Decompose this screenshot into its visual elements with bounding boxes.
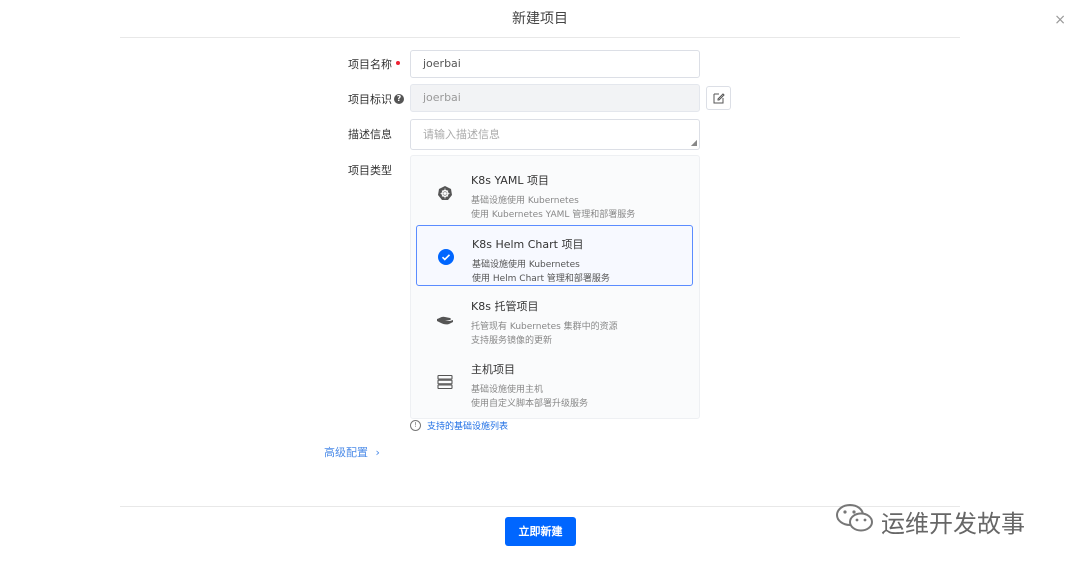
project-id-label: 项目标识 <box>348 93 392 106</box>
type-option-desc: 基础设施使用主机 <box>471 385 544 395</box>
required-indicator <box>396 61 400 65</box>
project-name-input[interactable]: joerbai <box>410 50 700 78</box>
type-option-desc: 支持服务镜像的更新 <box>471 336 553 346</box>
type-option-desc: 托管现有 Kubernetes 集群中的资源 <box>471 322 618 332</box>
watermark: 运维开发故事 <box>835 503 1025 539</box>
dialog-title: 新建项目 <box>512 11 568 27</box>
close-icon[interactable]: × <box>1054 12 1066 28</box>
footer-divider <box>120 506 960 507</box>
project-name-label: 项目名称 <box>348 58 392 71</box>
type-option-desc: 使用 Helm Chart 管理和部署服务 <box>472 274 610 284</box>
info-icon: ! <box>410 420 421 431</box>
wechat-icon <box>835 503 875 539</box>
type-option-desc: 使用自定义脚本部署升级服务 <box>471 399 589 409</box>
description-placeholder: 请输入描述信息 <box>423 128 500 141</box>
supported-infra-link[interactable]: ! 支持的基础设施列表 <box>410 419 508 432</box>
hand-icon <box>436 310 454 328</box>
project-id-input: joerbai <box>410 84 700 112</box>
edit-icon <box>713 89 725 108</box>
advanced-config-label: 高级配置 <box>324 446 368 459</box>
new-project-dialog: 新建项目 × 项目名称 joerbai 项目标识 ? joerbai 描述信息 … <box>0 0 1080 567</box>
kubernetes-icon <box>436 184 454 202</box>
type-option-title: K8s YAML 项目 <box>471 174 549 187</box>
type-option-title: K8s Helm Chart 项目 <box>472 238 584 251</box>
project-type-label: 项目类型 <box>348 164 392 177</box>
type-option-k8s-helm[interactable]: K8s Helm Chart 项目 基础设施使用 Kubernetes 使用 H… <box>416 225 693 286</box>
type-option-title: 主机项目 <box>471 363 515 376</box>
description-textarea[interactable]: 请输入描述信息 ◢ <box>410 119 700 150</box>
chevron-right-icon: › <box>375 446 380 459</box>
check-circle-icon <box>437 248 455 266</box>
header-divider <box>120 37 960 38</box>
create-now-button[interactable]: 立即新建 <box>505 517 576 546</box>
watermark-text: 运维开发故事 <box>881 509 1025 538</box>
type-option-host[interactable]: 主机项目 基础设施使用主机 使用自定义脚本部署升级服务 <box>416 351 693 412</box>
edit-id-button[interactable] <box>706 86 731 110</box>
description-label: 描述信息 <box>348 128 392 141</box>
resize-handle-icon[interactable]: ◢ <box>691 138 697 147</box>
help-icon[interactable]: ? <box>394 94 404 104</box>
advanced-config-toggle[interactable]: 高级配置 › <box>324 444 380 460</box>
type-option-desc: 使用 Kubernetes YAML 管理和部署服务 <box>471 210 636 220</box>
server-icon <box>436 373 454 391</box>
type-option-desc: 基础设施使用 Kubernetes <box>471 196 579 206</box>
type-option-desc: 基础设施使用 Kubernetes <box>472 260 580 270</box>
type-option-k8s-yaml[interactable]: K8s YAML 项目 基础设施使用 Kubernetes 使用 Kuberne… <box>416 162 693 223</box>
supported-infra-label: 支持的基础设施列表 <box>427 422 509 432</box>
type-option-title: K8s 托管项目 <box>471 300 539 313</box>
type-option-k8s-hosted[interactable]: K8s 托管项目 托管现有 Kubernetes 集群中的资源 支持服务镜像的更… <box>416 288 693 349</box>
